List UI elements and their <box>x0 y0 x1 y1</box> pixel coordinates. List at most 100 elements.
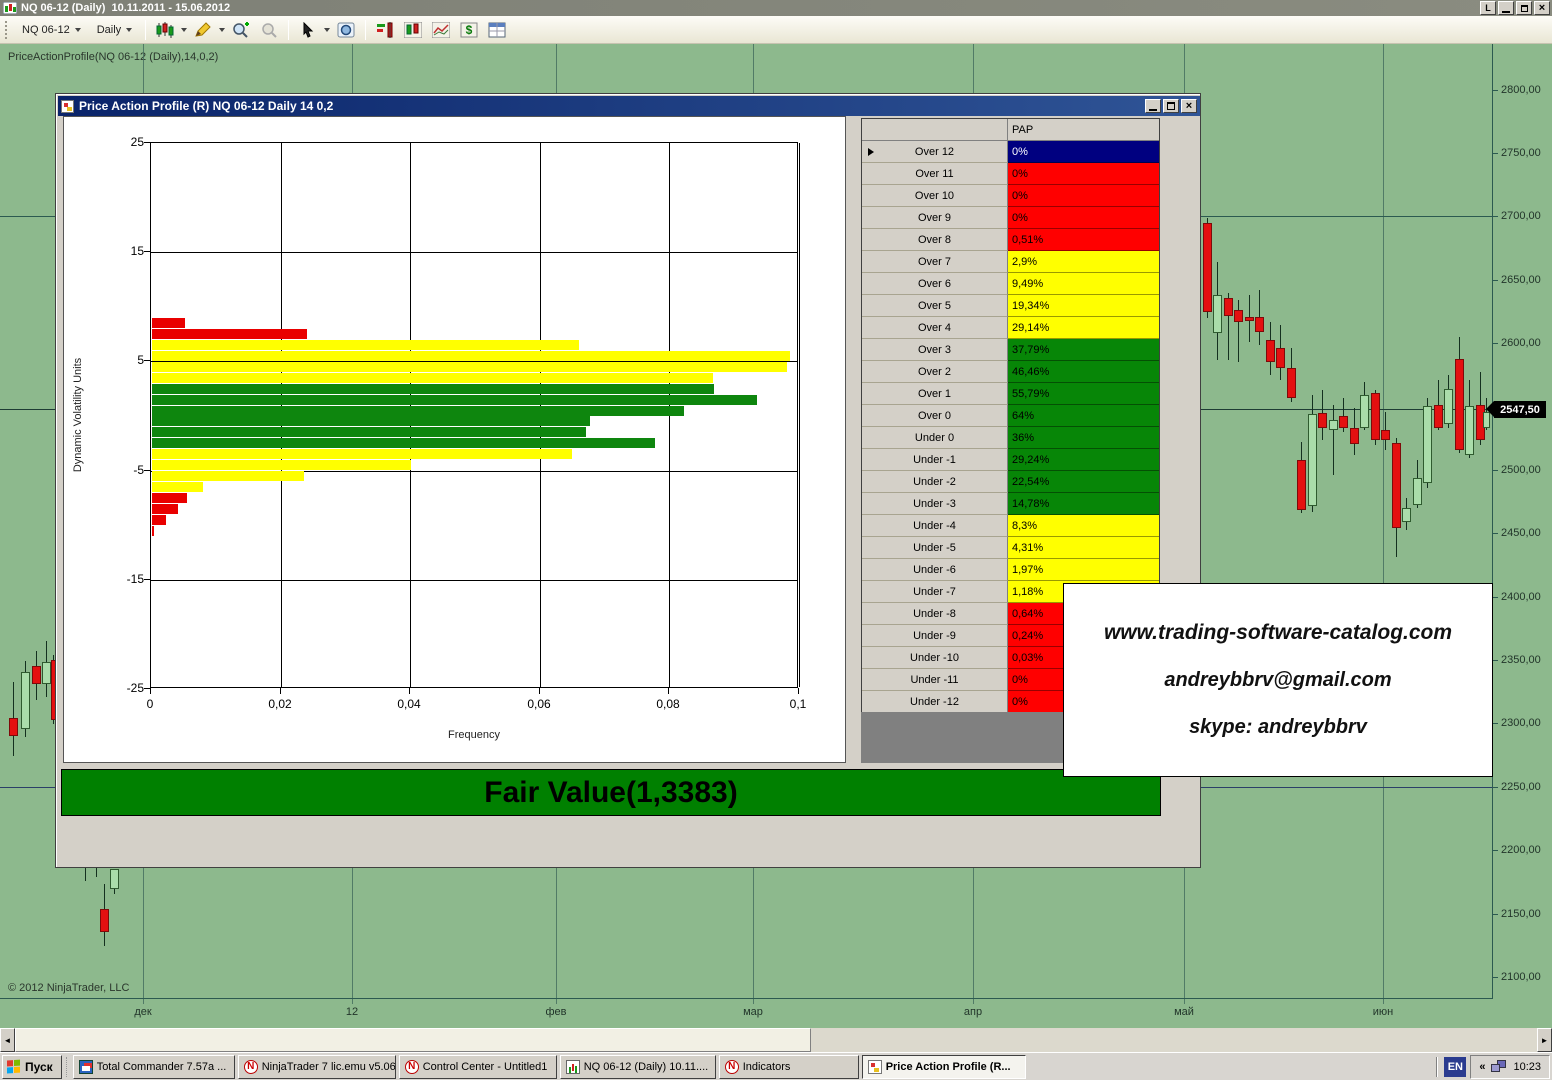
chart-style-button[interactable] <box>153 18 177 42</box>
row-value-cell[interactable]: 37,79% <box>1008 339 1159 361</box>
table-row[interactable]: Under -314,78% <box>862 493 1159 515</box>
row-label-cell[interactable]: Over 0 <box>862 405 1008 427</box>
row-label-cell[interactable]: Under -6 <box>862 559 1008 581</box>
row-label-cell[interactable]: Over 1 <box>862 383 1008 405</box>
start-button[interactable]: Пуск <box>2 1055 62 1079</box>
taskbar-button[interactable]: NIndicators <box>719 1055 859 1079</box>
language-indicator[interactable]: EN <box>1444 1057 1466 1077</box>
scroll-right-button[interactable]: ► <box>1537 1028 1552 1052</box>
row-value-cell[interactable]: 55,79% <box>1008 383 1159 405</box>
row-value-cell[interactable]: 0% <box>1008 207 1159 229</box>
table-row[interactable]: Under -48,3% <box>862 515 1159 537</box>
zoom-out-button[interactable] <box>257 18 281 42</box>
row-label-cell[interactable]: Over 7 <box>862 251 1008 273</box>
table-row[interactable]: Over 429,14% <box>862 317 1159 339</box>
taskbar-button[interactable]: NNinjaTrader 7 lic.emu v5.06 <box>238 1055 396 1079</box>
row-value-cell[interactable]: 22,54% <box>1008 471 1159 493</box>
row-value-cell[interactable]: 29,14% <box>1008 317 1159 339</box>
restore-button[interactable] <box>1516 1 1532 15</box>
dialog-titlebar[interactable]: Price Action Profile (R) NQ 06-12 Daily … <box>58 96 1200 116</box>
scroll-left-button[interactable]: ◄ <box>0 1028 15 1052</box>
row-label-cell[interactable]: Over 6 <box>862 273 1008 295</box>
row-value-cell[interactable]: 0% <box>1008 163 1159 185</box>
row-label-cell[interactable]: Under -3 <box>862 493 1008 515</box>
dialog-close-button[interactable]: × <box>1181 99 1197 113</box>
row-value-cell[interactable]: 0% <box>1008 185 1159 207</box>
table-row[interactable]: Over 519,34% <box>862 295 1159 317</box>
row-value-cell[interactable]: 64% <box>1008 405 1159 427</box>
row-label-cell[interactable]: Under 0 <box>862 427 1008 449</box>
row-label-cell[interactable]: Under -4 <box>862 515 1008 537</box>
table-row[interactable]: Over 064% <box>862 405 1159 427</box>
row-value-cell[interactable]: 9,49% <box>1008 273 1159 295</box>
instrument-dropdown[interactable]: NQ 06-12 <box>16 21 87 39</box>
dialog-minimize-button[interactable] <box>1145 99 1161 113</box>
extra-l-button[interactable]: L <box>1480 1 1496 15</box>
row-label-cell[interactable]: Under -8 <box>862 603 1008 625</box>
minimize-button[interactable] <box>1498 1 1514 15</box>
row-label-cell[interactable]: Over 12 <box>862 141 1008 163</box>
table-row[interactable]: Over 337,79% <box>862 339 1159 361</box>
row-label-cell[interactable]: Over 11 <box>862 163 1008 185</box>
row-label-cell[interactable]: Under -2 <box>862 471 1008 493</box>
row-label-cell[interactable]: Over 9 <box>862 207 1008 229</box>
toolbar-grip[interactable] <box>5 21 9 39</box>
table-row[interactable]: Over 72,9% <box>862 251 1159 273</box>
table-row[interactable]: Over 246,46% <box>862 361 1159 383</box>
columns-button[interactable] <box>485 18 509 42</box>
row-label-cell[interactable]: Under -12 <box>862 691 1008 713</box>
scrollbar-thumb[interactable] <box>15 1028 811 1052</box>
table-row[interactable]: Under -129,24% <box>862 449 1159 471</box>
row-label-cell[interactable]: Over 8 <box>862 229 1008 251</box>
dialog-maximize-button[interactable] <box>1163 99 1179 113</box>
row-value-cell[interactable]: 19,34% <box>1008 295 1159 317</box>
line-chart-button[interactable] <box>429 18 453 42</box>
zoom-in-button[interactable] <box>229 18 253 42</box>
row-value-cell[interactable]: 46,46% <box>1008 361 1159 383</box>
row-label-cell[interactable]: Under -1 <box>862 449 1008 471</box>
row-value-cell[interactable]: 0,51% <box>1008 229 1159 251</box>
table-row[interactable]: Over 155,79% <box>862 383 1159 405</box>
row-value-cell[interactable]: 36% <box>1008 427 1159 449</box>
table-row[interactable]: Over 110% <box>862 163 1159 185</box>
account-dollar-button[interactable]: $ <box>457 18 481 42</box>
row-label-cell[interactable]: Under -9 <box>862 625 1008 647</box>
row-value-cell[interactable]: 2,9% <box>1008 251 1159 273</box>
row-label-cell[interactable]: Under -5 <box>862 537 1008 559</box>
row-value-cell[interactable]: 1,97% <box>1008 559 1159 581</box>
row-value-cell[interactable]: 4,31% <box>1008 537 1159 559</box>
table-row[interactable]: Under -61,97% <box>862 559 1159 581</box>
network-monitors-icon[interactable] <box>1491 1060 1507 1074</box>
row-value-cell[interactable]: 0% <box>1008 141 1159 163</box>
drawing-tools-button[interactable] <box>191 18 215 42</box>
row-value-cell[interactable]: 29,24% <box>1008 449 1159 471</box>
period-dropdown[interactable]: Daily <box>91 21 138 39</box>
market-analyzer-button[interactable] <box>401 18 425 42</box>
price-axis[interactable] <box>1492 44 1493 998</box>
row-value-cell[interactable]: 14,78% <box>1008 493 1159 515</box>
data-box-button[interactable] <box>334 18 358 42</box>
table-row[interactable]: Over 90% <box>862 207 1159 229</box>
table-row[interactable]: Over 80,51% <box>862 229 1159 251</box>
taskbar-button[interactable]: NControl Center - Untitled1 <box>399 1055 557 1079</box>
chevron-down-icon[interactable] <box>181 28 187 32</box>
chevron-down-icon[interactable] <box>324 28 330 32</box>
table-row[interactable]: Over 100% <box>862 185 1159 207</box>
taskbar-button[interactable]: Total Commander 7.57a ... <box>73 1055 235 1079</box>
table-row[interactable]: Over 120% <box>862 141 1159 163</box>
row-label-cell[interactable]: Over 3 <box>862 339 1008 361</box>
chart-trader-button[interactable] <box>373 18 397 42</box>
row-label-cell[interactable]: Under -11 <box>862 669 1008 691</box>
horizontal-scrollbar[interactable]: ◄ ► <box>0 1028 1552 1052</box>
row-label-cell[interactable]: Over 4 <box>862 317 1008 339</box>
row-label-cell[interactable]: Over 10 <box>862 185 1008 207</box>
price-action-profile-dialog[interactable]: Price Action Profile (R) NQ 06-12 Daily … <box>55 93 1201 868</box>
table-row[interactable]: Under -54,31% <box>862 537 1159 559</box>
table-row[interactable]: Under 036% <box>862 427 1159 449</box>
close-button[interactable]: × <box>1534 1 1550 15</box>
table-row[interactable]: Under -222,54% <box>862 471 1159 493</box>
row-label-cell[interactable]: Over 5 <box>862 295 1008 317</box>
chevron-down-icon[interactable] <box>219 28 225 32</box>
row-label-cell[interactable]: Under -7 <box>862 581 1008 603</box>
table-row[interactable]: Over 69,49% <box>862 273 1159 295</box>
